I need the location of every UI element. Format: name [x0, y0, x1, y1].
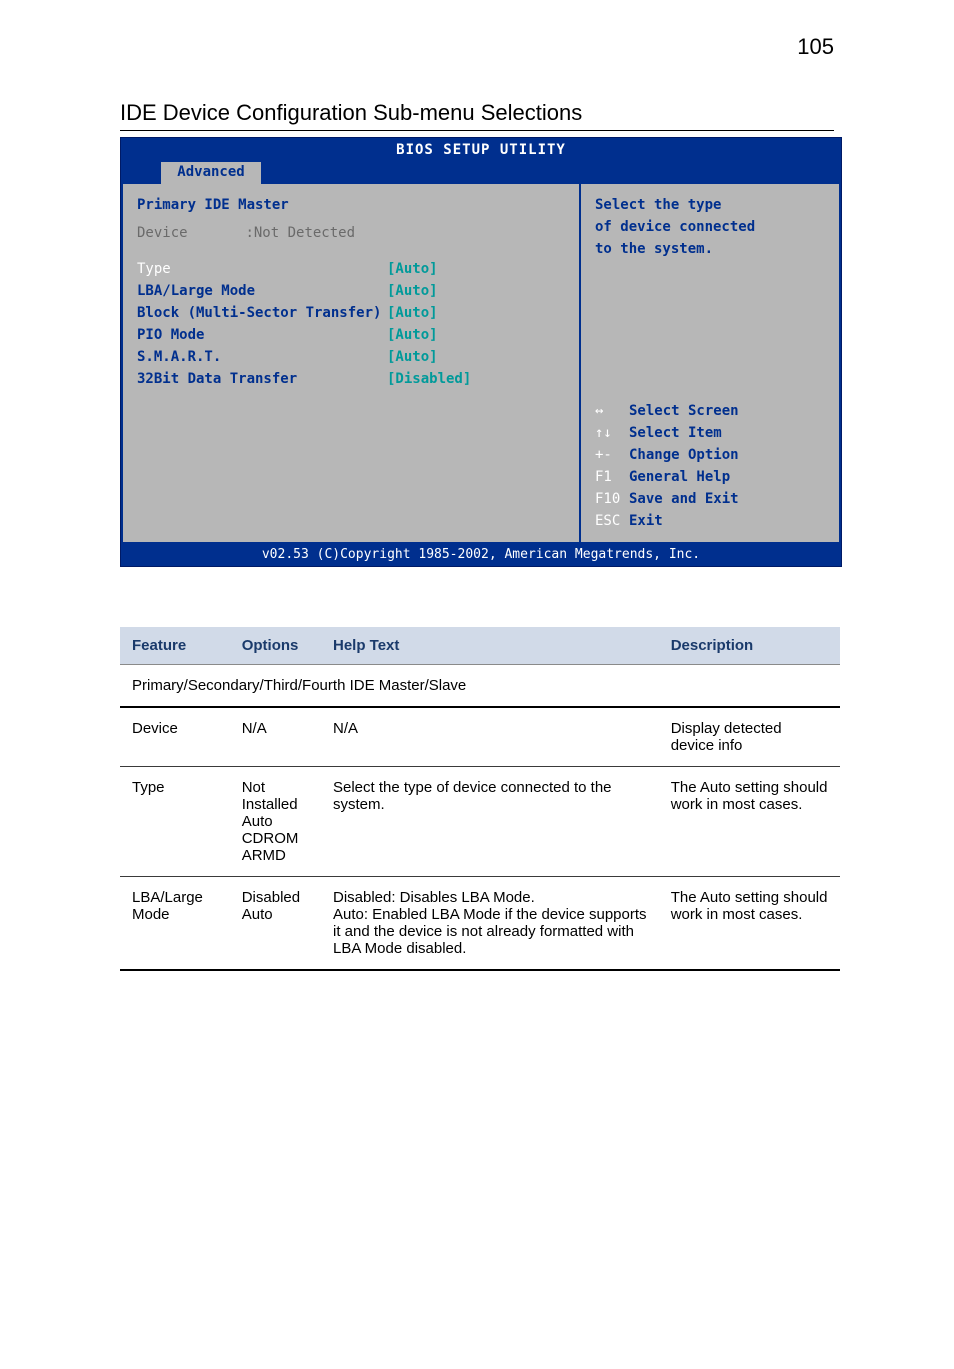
bios-tab-advanced[interactable]: Advanced	[161, 162, 261, 184]
bios-setting-label: Block (Multi-Sector Transfer)	[137, 302, 387, 324]
bios-key-row: +-Change Option	[595, 444, 825, 466]
cell-desc: The Auto setting should work in most cas…	[659, 877, 840, 971]
bios-key-row: ESCExit	[595, 510, 825, 532]
bios-heading: Primary IDE Master	[137, 194, 565, 216]
cell-desc: The Auto setting should work in most cas…	[659, 767, 840, 877]
key-symbol: ↑↓	[595, 422, 629, 444]
bios-setting-value: [Auto]	[387, 258, 438, 280]
key-symbol: ↔	[595, 400, 629, 422]
table-row: TypeNot Installed Auto CDROM ARMDSelect …	[120, 767, 840, 877]
th-help: Help Text	[321, 627, 659, 665]
key-symbol: F1	[595, 466, 629, 488]
bios-key-row: ↑↓Select Item	[595, 422, 825, 444]
bios-key-row: F1General Help	[595, 466, 825, 488]
bios-setting-row[interactable]: Type[Auto]	[137, 258, 565, 280]
bios-setting-label: 32Bit Data Transfer	[137, 368, 387, 390]
cell-options: Disabled Auto	[230, 877, 321, 971]
cell-feature: Type	[120, 767, 230, 877]
bios-left-pane: Primary IDE Master Device :Not Detected …	[121, 184, 581, 544]
table-group-row: Primary/Secondary/Third/Fourth IDE Maste…	[120, 665, 840, 708]
cell-help: Select the type of device connected to t…	[321, 767, 659, 877]
bios-footer: v02.53 (C)Copyright 1985-2002, American …	[121, 544, 841, 566]
section-title: IDE Device Configuration Sub-menu Select…	[120, 100, 834, 131]
bios-tabs: Advanced	[121, 162, 841, 184]
page-number: 105	[797, 34, 834, 60]
bios-setting-value: [Auto]	[387, 302, 438, 324]
th-feature: Feature	[120, 627, 230, 665]
bios-setting-row[interactable]: LBA/Large Mode[Auto]	[137, 280, 565, 302]
bios-right-pane: Select the type of device connected to t…	[581, 184, 841, 544]
cell-help: Disabled: Disables LBA Mode. Auto: Enabl…	[321, 877, 659, 971]
key-action: Select Item	[629, 425, 722, 441]
bios-key-list: ↔Select Screen↑↓Select Item+-Change Opti…	[595, 400, 825, 532]
bios-setting-label: PIO Mode	[137, 324, 387, 346]
bios-setting-value: [Auto]	[387, 346, 438, 368]
bios-setting-row[interactable]: S.M.A.R.T.[Auto]	[137, 346, 565, 368]
bios-title: BIOS SETUP UTILITY	[121, 138, 841, 162]
settings-table: Feature Options Help Text Description Pr…	[120, 627, 840, 971]
bios-window: BIOS SETUP UTILITY Advanced Primary IDE …	[120, 137, 842, 567]
cell-desc: Display detected device info	[659, 707, 840, 767]
table-row: LBA/Large ModeDisabled AutoDisabled: Dis…	[120, 877, 840, 971]
device-label: Device	[137, 222, 237, 244]
key-action: General Help	[629, 469, 730, 485]
cell-help: N/A	[321, 707, 659, 767]
key-symbol: ESC	[595, 510, 629, 532]
bios-key-row: F10Save and Exit	[595, 488, 825, 510]
key-symbol: +-	[595, 444, 629, 466]
bios-key-row: ↔Select Screen	[595, 400, 825, 422]
bios-help-text: Select the type of device connected to t…	[595, 194, 825, 260]
bios-setting-row[interactable]: Block (Multi-Sector Transfer)[Auto]	[137, 302, 565, 324]
bios-setting-label: LBA/Large Mode	[137, 280, 387, 302]
bios-setting-row[interactable]: PIO Mode[Auto]	[137, 324, 565, 346]
table-row: DeviceN/AN/ADisplay detected device info	[120, 707, 840, 767]
key-action: Save and Exit	[629, 491, 739, 507]
cell-feature: LBA/Large Mode	[120, 877, 230, 971]
key-action: Change Option	[629, 447, 739, 463]
bios-setting-row[interactable]: 32Bit Data Transfer[Disabled]	[137, 368, 565, 390]
cell-options: N/A	[230, 707, 321, 767]
bios-setting-label: S.M.A.R.T.	[137, 346, 387, 368]
th-description: Description	[659, 627, 840, 665]
bios-setting-value: [Disabled]	[387, 368, 471, 390]
bios-setting-label: Type	[137, 258, 387, 280]
key-symbol: F10	[595, 488, 629, 510]
key-action: Select Screen	[629, 403, 739, 419]
bios-setting-value: [Auto]	[387, 324, 438, 346]
cell-options: Not Installed Auto CDROM ARMD	[230, 767, 321, 877]
th-options: Options	[230, 627, 321, 665]
bios-setting-value: [Auto]	[387, 280, 438, 302]
key-action: Exit	[629, 513, 663, 529]
cell-feature: Device	[120, 707, 230, 767]
device-value: :Not Detected	[245, 225, 355, 241]
